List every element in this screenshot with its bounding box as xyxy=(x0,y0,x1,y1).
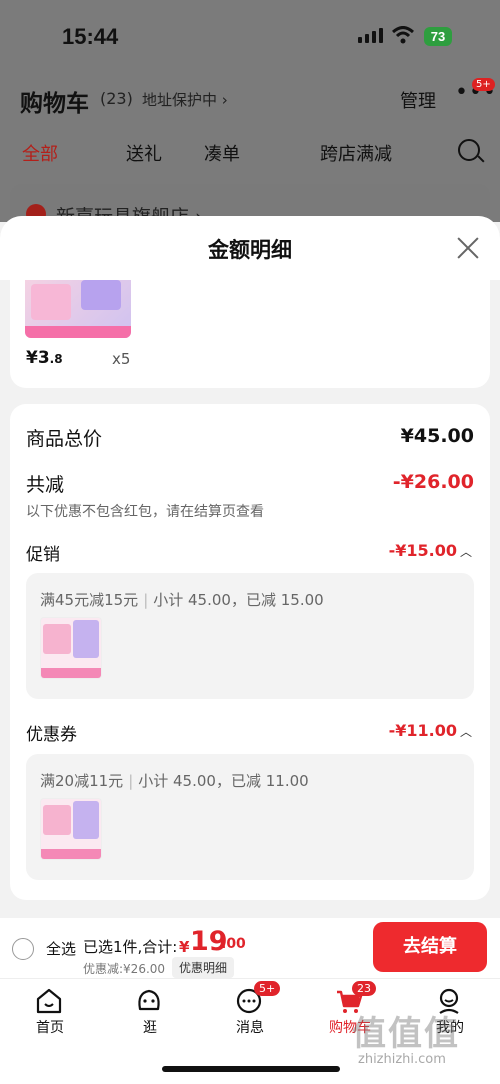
total-label: 商品总价 xyxy=(26,428,103,450)
battery-indicator: 73 xyxy=(424,27,452,46)
status-bar: 15:44 73 xyxy=(0,0,500,72)
chevron-up-icon: ︿ xyxy=(459,725,472,739)
tab-home[interactable]: 首页 xyxy=(0,979,100,1039)
cart-count: (23) xyxy=(100,89,133,108)
total-currency: ¥ xyxy=(179,938,190,956)
discount-amount: 优惠减:¥26.00 xyxy=(83,962,166,976)
watermark-logo: 值值值 xyxy=(352,1014,460,1054)
tab-gift: 送礼 xyxy=(126,144,162,165)
select-all-label[interactable]: 全选 xyxy=(46,938,76,959)
discount-detail-button[interactable]: 优惠明细 xyxy=(172,957,235,978)
tab-cross-store: 跨店满减 xyxy=(320,144,392,165)
checkout-button[interactable]: 去结算 xyxy=(373,922,487,972)
messages-badge: 5+ xyxy=(254,981,281,996)
tab-bundle: 凑单 xyxy=(204,144,240,165)
home-icon xyxy=(36,988,62,1014)
product-price: ¥3.8 xyxy=(26,348,63,368)
promo-product-thumbnail xyxy=(40,617,102,679)
manage-button: 管理 xyxy=(400,91,436,112)
reduce-value: -¥26.00 xyxy=(392,471,474,493)
watermark-url: zhizhizhi.com xyxy=(358,1052,446,1067)
coupon-rule: 满20减11元 | 小计 45.00，已减 11.00 xyxy=(40,772,309,790)
promo-detail-box: 满45元减15元 | 小计 45.00，已减 15.00 xyxy=(26,573,474,699)
cart-badge: 23 xyxy=(352,981,376,996)
cellular-signal-icon xyxy=(358,28,383,43)
total-value: ¥45.00 xyxy=(400,425,474,447)
price-breakdown-card: 商品总价 ¥45.00 共减 -¥26.00 以下优惠不包含红包，请在结算页查看… xyxy=(10,404,490,900)
wifi-icon xyxy=(392,26,414,44)
promo-rule: 满45元减15元 | 小计 45.00，已减 15.00 xyxy=(40,591,324,609)
sheet-title: 金额明细 xyxy=(208,238,292,262)
coupon-product-thumbnail xyxy=(40,798,102,860)
close-icon[interactable] xyxy=(456,236,480,260)
cart-title: 购物车 xyxy=(20,91,89,117)
cart-page-background: 购物车 (23) 地址保护中 › 管理 ••• 5+ 全部 送礼 凑单 跨店满减… xyxy=(0,72,500,234)
product-quantity: x5 xyxy=(112,350,131,368)
coupon-value[interactable]: -¥11.00 ︿ xyxy=(389,721,472,740)
selected-info: 已选1件,合计: xyxy=(83,938,178,956)
product-card: ¥3.8 x5 xyxy=(10,280,490,388)
tab-browse[interactable]: 逛 xyxy=(100,979,200,1039)
home-indicator xyxy=(162,1066,340,1072)
reduce-label: 共减 xyxy=(26,474,65,496)
discount-note: 以下优惠不包含红包，请在结算页查看 xyxy=(26,504,264,520)
more-badge: 5+ xyxy=(472,78,495,91)
promo-value[interactable]: -¥15.00 ︿ xyxy=(389,541,472,560)
status-time: 15:44 xyxy=(62,24,119,49)
sheet-header: 金额明细 xyxy=(0,216,500,280)
coupon-detail-box: 满20减11元 | 小计 45.00，已减 11.00 xyxy=(26,754,474,880)
chevron-up-icon: ︿ xyxy=(459,545,472,559)
promo-label: 促销 xyxy=(26,545,60,565)
search-icon xyxy=(458,139,480,161)
select-all-radio[interactable] xyxy=(12,938,34,960)
face-icon xyxy=(138,989,160,1011)
coupon-label: 优惠券 xyxy=(26,725,77,745)
address-protection: 地址保护中 › xyxy=(142,91,228,109)
product-image xyxy=(25,280,131,338)
tab-messages[interactable]: 5+ 消息 xyxy=(200,979,300,1039)
tab-all: 全部 xyxy=(22,144,58,165)
checkout-bar: 全选 已选1件,合计: ¥ 19 .00 优惠减:¥26.00 优惠明细 去结算 xyxy=(0,918,500,978)
amount-detail-sheet: 金额明细 ¥3.8 x5 商品总价 ¥45.00 共减 -¥26.00 以下优惠… xyxy=(0,216,500,918)
total-decimal: .00 xyxy=(221,936,246,952)
